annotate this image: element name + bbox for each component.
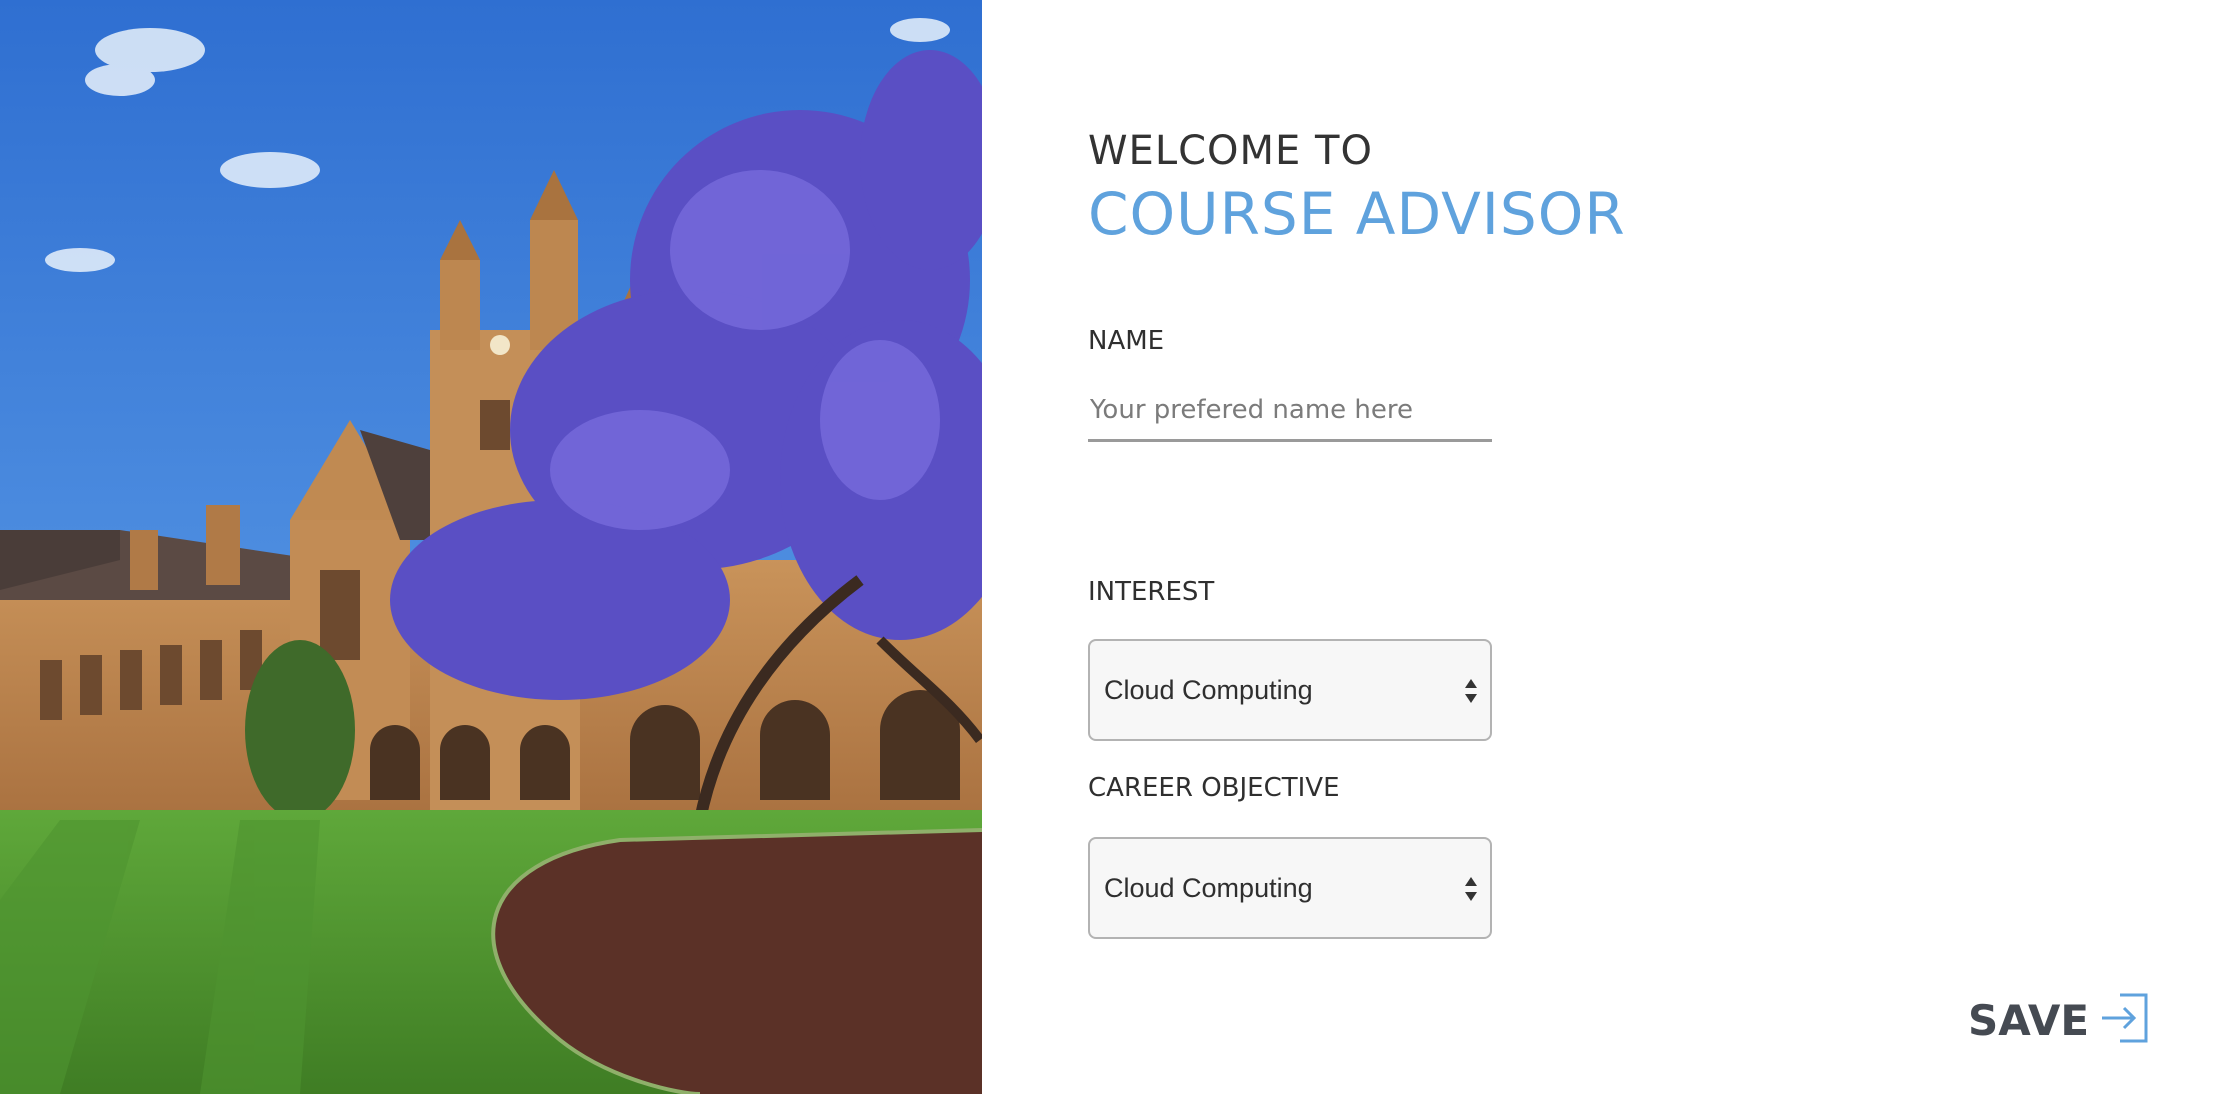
sort-arrows-icon [1465,679,1477,703]
save-button[interactable]: SAVE [1968,990,2182,1052]
name-label: NAME [1088,326,1165,356]
save-label: SAVE [1968,996,2090,1045]
interest-label: INTEREST [1088,577,1215,607]
career-objective-select[interactable]: Cloud Computing [1088,837,1492,939]
sort-arrows-icon [1465,877,1477,901]
career-objective-select-value: Cloud Computing [1104,873,1313,903]
welcome-heading: WELCOME TO [1088,128,1373,174]
form-panel: WELCOME TO COURSE ADVISOR NAME INTEREST … [982,0,2226,1094]
sign-in-arrow-icon [2102,993,2148,1043]
name-input[interactable] [1088,380,1492,442]
app-title: COURSE ADVISOR [1088,180,1626,248]
campus-photo [0,0,982,1094]
interest-select[interactable]: Cloud Computing [1088,639,1492,741]
career-objective-label: CAREER OBJECTIVE [1088,773,1340,803]
interest-select-value: Cloud Computing [1104,675,1313,705]
